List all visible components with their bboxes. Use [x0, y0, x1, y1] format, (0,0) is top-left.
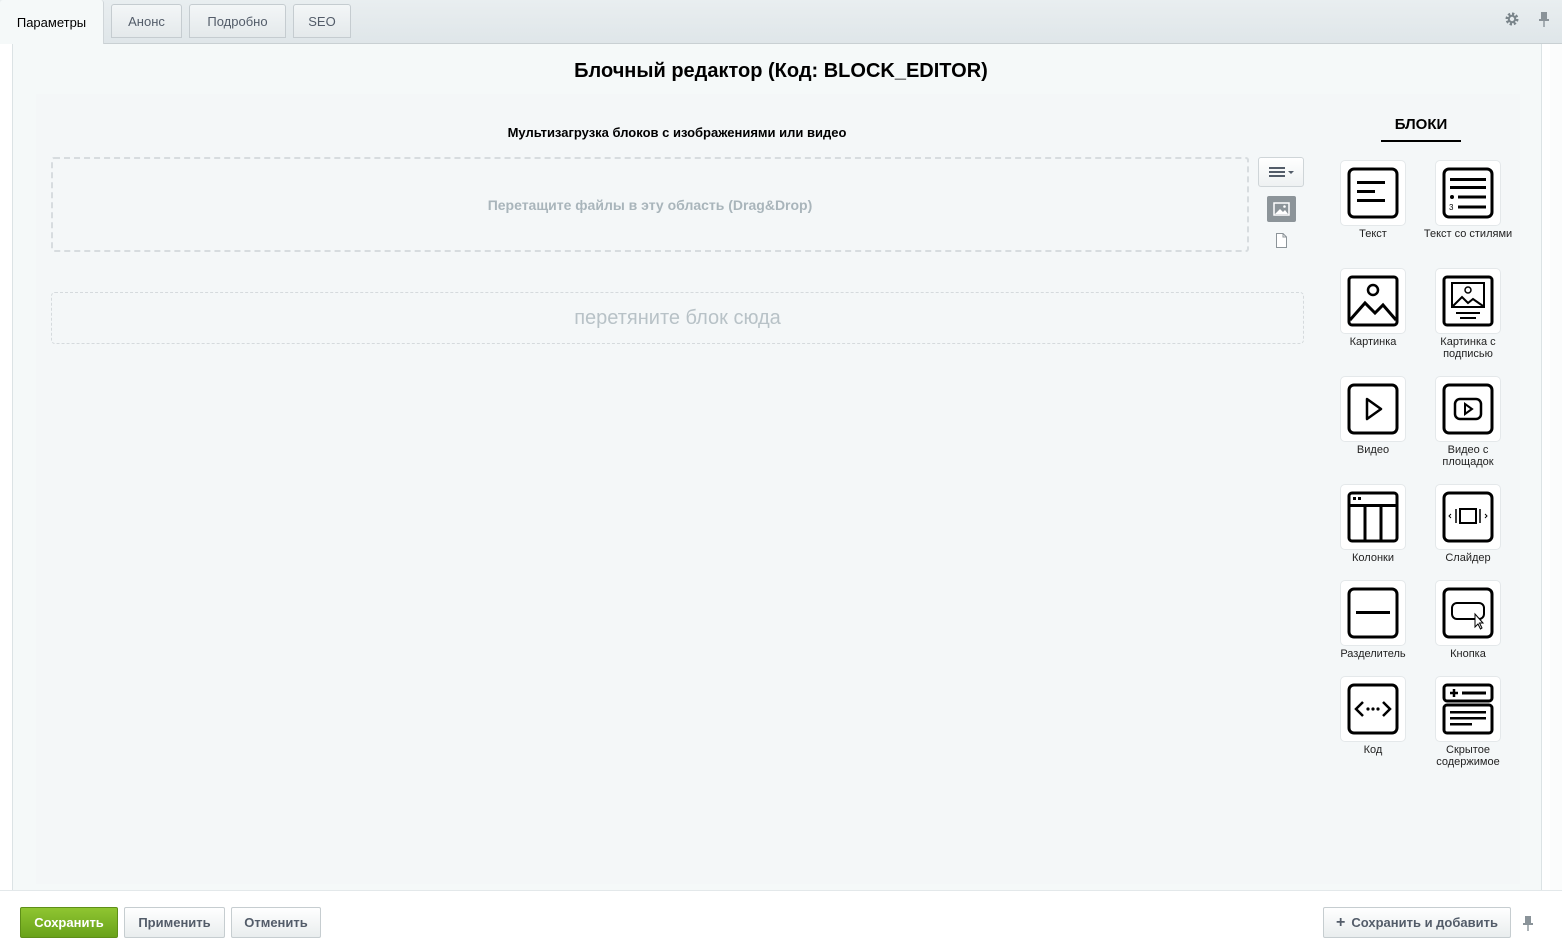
block-drop-text: перетяните блок сюда [574, 306, 781, 329]
divider-icon [1340, 580, 1406, 646]
pin-icon[interactable] [1535, 10, 1553, 28]
block-columns[interactable]: Колонки [1328, 484, 1418, 564]
block-label: Код [1363, 744, 1383, 756]
blocks-title: БЛОКИ [1381, 116, 1461, 142]
pin-icon[interactable] [1522, 915, 1538, 933]
block-hidden-content[interactable]: Скрытое содержимое [1423, 676, 1513, 768]
block-label: Кнопка [1450, 648, 1486, 660]
gear-icon[interactable] [1503, 10, 1521, 28]
block-label: Разделитель [1340, 648, 1406, 660]
image-icon [1340, 268, 1406, 334]
block-text[interactable]: Текст [1328, 160, 1418, 240]
block-label: Текст [1359, 228, 1387, 240]
block-drop-zone[interactable]: перетяните блок сюда [51, 292, 1304, 344]
block-label: Слайдер [1445, 552, 1491, 564]
save-button[interactable]: Сохранить [20, 907, 118, 938]
tab-bar: Параметры Анонс Подробно SEO [0, 0, 1562, 44]
tab-seo[interactable]: SEO [293, 4, 351, 38]
cancel-button[interactable]: Отменить [231, 907, 321, 938]
image-mode-button[interactable] [1267, 196, 1296, 222]
page-title: Блочный редактор (Код: BLOCK_EDITOR) [574, 60, 988, 82]
block-label: Видео [1356, 444, 1390, 456]
block-label: Текст со стилями [1423, 228, 1513, 240]
block-label: Видео с площадок [1442, 444, 1494, 468]
dropzone-text: Перетащите файлы в эту область (Drag&Dro… [487, 196, 813, 213]
image-icon [1273, 202, 1290, 216]
image-caption-icon [1435, 268, 1501, 334]
code-icon [1340, 676, 1406, 742]
block-image-caption[interactable]: Картинка с подписью [1423, 268, 1513, 360]
block-label: Картинка [1349, 336, 1397, 348]
video-platform-icon [1435, 376, 1501, 442]
text-icon [1340, 160, 1406, 226]
block-image[interactable]: Картинка [1328, 268, 1418, 348]
block-video[interactable]: Видео [1328, 376, 1418, 456]
layout-menu-button[interactable] [1258, 157, 1304, 187]
video-icon [1340, 376, 1406, 442]
slider-icon [1435, 484, 1501, 550]
tab-parameters[interactable]: Параметры [0, 0, 104, 44]
block-label: Колонки [1352, 552, 1394, 564]
upload-title: Мультизагрузка блоков с изображениями ил… [507, 125, 847, 140]
styled-text-icon: 3 [1435, 160, 1501, 226]
hamburger-icon [1269, 167, 1294, 177]
tab-details[interactable]: Подробно [189, 4, 286, 38]
hidden-content-icon [1435, 676, 1501, 742]
block-divider[interactable]: Разделитель [1328, 580, 1418, 660]
scrollbar[interactable] [1550, 44, 1562, 890]
columns-icon [1340, 484, 1406, 550]
svg-text:3: 3 [1449, 203, 1454, 212]
block-styled-text[interactable]: 3 Текст со стилями [1423, 160, 1513, 240]
file-dropzone[interactable]: Перетащите файлы в эту область (Drag&Dro… [51, 157, 1249, 252]
plus-icon: + [1336, 913, 1346, 931]
block-video-platform[interactable]: Видео с площадок [1423, 376, 1513, 468]
block-slider[interactable]: Слайдер [1423, 484, 1513, 564]
save-and-add-button[interactable]: + Сохранить и добавить [1323, 907, 1511, 938]
block-button[interactable]: Кнопка [1423, 580, 1513, 660]
file-mode-icon[interactable] [1275, 233, 1288, 248]
block-code[interactable]: Код [1328, 676, 1418, 756]
save-and-add-label: Сохранить и добавить [1351, 915, 1498, 930]
apply-button[interactable]: Применить [124, 907, 225, 938]
block-label: Скрытое содержимое [1436, 744, 1500, 768]
block-label: Картинка с подписью [1440, 336, 1496, 360]
tab-announce[interactable]: Анонс [111, 4, 182, 38]
button-icon [1435, 580, 1501, 646]
